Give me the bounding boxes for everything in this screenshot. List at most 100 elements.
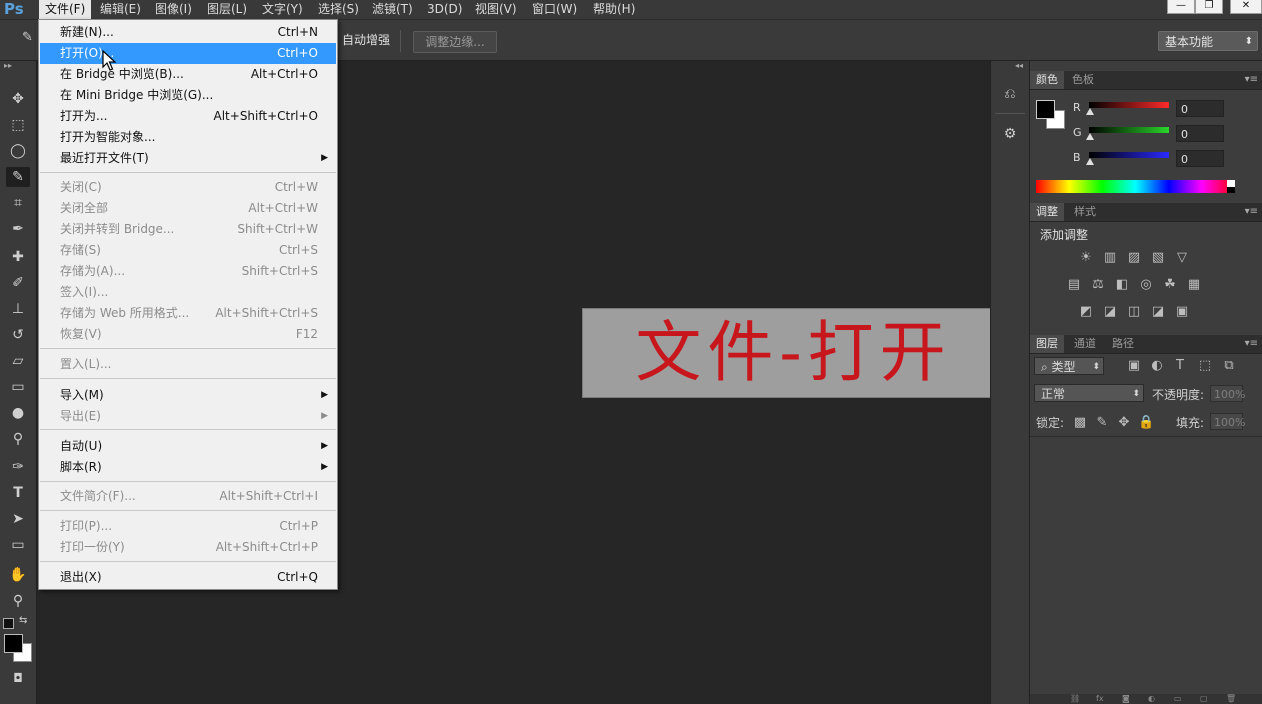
color-lookup-icon[interactable]: ▦ bbox=[1186, 278, 1202, 292]
history-panel-icon[interactable]: ⎌ bbox=[1000, 85, 1020, 103]
layer-filter-type-select[interactable]: ⌕ 类型 ⬍ bbox=[1034, 357, 1104, 375]
type-tool-icon[interactable]: T bbox=[6, 483, 30, 503]
menu-item-scripts[interactable]: 脚本(R) ▶ bbox=[40, 457, 336, 478]
zoom-tool-icon[interactable]: ⚲ bbox=[6, 591, 30, 611]
properties-panel-icon[interactable]: ⚙ bbox=[1000, 125, 1020, 143]
menu-edit[interactable]: 编辑(E) bbox=[94, 0, 147, 19]
link-layers-icon[interactable]: ⛓ bbox=[1070, 694, 1080, 703]
menu-item-check-in[interactable]: 签入(I)... bbox=[40, 282, 336, 303]
posterize-icon[interactable]: ◪ bbox=[1102, 305, 1118, 319]
menu-layer[interactable]: 图层(L) bbox=[201, 0, 253, 19]
black-white-icon[interactable]: ◧ bbox=[1114, 278, 1130, 292]
menu-item-open-as-smart-object[interactable]: 打开为智能对象... bbox=[40, 127, 336, 148]
green-slider-thumb[interactable] bbox=[1086, 133, 1094, 140]
filter-type-layers-icon[interactable]: T bbox=[1172, 359, 1188, 373]
layers-list[interactable] bbox=[1030, 437, 1262, 694]
menu-item-print-one-copy[interactable]: 打印一份(Y) Alt+Shift+Ctrl+P bbox=[40, 537, 336, 558]
menu-item-revert[interactable]: 恢复(V) F12 bbox=[40, 324, 336, 345]
collapse-dock-icon[interactable]: ◂◂ bbox=[1015, 61, 1023, 70]
lasso-tool-icon[interactable]: ◯ bbox=[6, 141, 30, 161]
hand-tool-icon[interactable]: ✋ bbox=[6, 565, 30, 585]
shape-tool-icon[interactable]: ▭ bbox=[6, 535, 30, 555]
panel-menu-icon[interactable]: ▾≡ bbox=[1245, 335, 1258, 353]
gradient-tool-icon[interactable]: ▭ bbox=[6, 377, 30, 397]
menu-item-file-info[interactable]: 文件简介(F)... Alt+Shift+Ctrl+I bbox=[40, 486, 336, 507]
quick-mask-icon[interactable]: ◘ bbox=[6, 668, 30, 688]
menu-item-browse-in-bridge[interactable]: 在 Bridge 中浏览(B)... Alt+Ctrl+O bbox=[40, 64, 336, 85]
new-group-icon[interactable]: ▭ bbox=[1174, 694, 1182, 703]
lock-position-icon[interactable]: ✥ bbox=[1116, 416, 1132, 430]
menu-item-save-as[interactable]: 存储为(A)... Shift+Ctrl+S bbox=[40, 261, 336, 282]
tab-adjustments[interactable]: 调整 bbox=[1030, 203, 1064, 221]
menu-item-exit[interactable]: 退出(X) Ctrl+Q bbox=[40, 567, 336, 588]
tab-channels[interactable]: 通道 bbox=[1068, 335, 1102, 353]
menu-type[interactable]: 文字(Y) bbox=[256, 0, 309, 19]
menu-file[interactable]: 文件(F) bbox=[39, 0, 92, 19]
foreground-color-swatch[interactable] bbox=[4, 634, 23, 653]
hue-saturation-icon[interactable]: ▤ bbox=[1066, 278, 1082, 292]
menu-item-automate[interactable]: 自动(U) ▶ bbox=[40, 436, 336, 457]
tab-styles[interactable]: 样式 bbox=[1068, 203, 1102, 221]
blue-slider-thumb[interactable] bbox=[1086, 158, 1094, 165]
photo-filter-icon[interactable]: ◎ bbox=[1138, 278, 1154, 292]
menu-help[interactable]: 帮助(H) bbox=[587, 0, 641, 19]
document-canvas[interactable]: 文件-打开 bbox=[582, 308, 1005, 398]
menu-item-new[interactable]: 新建(N)... Ctrl+N bbox=[40, 22, 336, 43]
menu-item-print[interactable]: 打印(P)... Ctrl+P bbox=[40, 516, 336, 537]
auto-enhance-label[interactable]: 自动增强 bbox=[342, 31, 390, 48]
filter-smart-objects-icon[interactable]: ⧉ bbox=[1221, 359, 1237, 373]
curves-icon[interactable]: ▨ bbox=[1126, 251, 1142, 265]
swap-colors-icon[interactable]: ⇆ bbox=[19, 615, 27, 626]
delete-layer-icon[interactable]: 🗑 bbox=[1226, 694, 1236, 703]
add-mask-icon[interactable]: ◙ bbox=[1122, 694, 1130, 703]
dodge-tool-icon[interactable]: ⚲ bbox=[6, 429, 30, 449]
tab-color[interactable]: 颜色 bbox=[1030, 71, 1064, 89]
filter-pixel-layers-icon[interactable]: ▣ bbox=[1126, 359, 1142, 373]
menu-item-save[interactable]: 存储(S) Ctrl+S bbox=[40, 240, 336, 261]
eyedropper-tool-icon[interactable]: ✒ bbox=[6, 219, 30, 239]
spectrum-white-swatch[interactable] bbox=[1227, 180, 1235, 187]
levels-icon[interactable]: ▥ bbox=[1102, 251, 1118, 265]
menu-image[interactable]: 图像(I) bbox=[149, 0, 198, 19]
invert-icon[interactable]: ◩ bbox=[1078, 305, 1094, 319]
red-slider-thumb[interactable] bbox=[1086, 108, 1094, 115]
channel-mixer-icon[interactable]: ☘ bbox=[1162, 278, 1178, 292]
color-spectrum-ramp[interactable] bbox=[1036, 180, 1235, 193]
new-layer-icon[interactable]: ▢ bbox=[1200, 694, 1208, 703]
clone-stamp-tool-icon[interactable]: ⊥ bbox=[6, 299, 30, 319]
blur-tool-icon[interactable]: ● bbox=[6, 403, 30, 423]
layer-style-icon[interactable]: fx bbox=[1096, 694, 1104, 703]
brush-tool-icon[interactable]: ✐ bbox=[6, 273, 30, 293]
menu-select[interactable]: 选择(S) bbox=[312, 0, 365, 19]
red-value-field[interactable]: 0 bbox=[1176, 100, 1224, 117]
menu-item-import[interactable]: 导入(M) ▶ bbox=[40, 385, 336, 406]
menu-item-open-recent[interactable]: 最近打开文件(T) ▶ bbox=[40, 148, 336, 169]
exposure-icon[interactable]: ▧ bbox=[1150, 251, 1166, 265]
eraser-tool-icon[interactable]: ▱ bbox=[6, 351, 30, 371]
color-panel-foreground-swatch[interactable] bbox=[1036, 100, 1055, 119]
blue-slider-track[interactable] bbox=[1089, 152, 1169, 158]
workspace-select[interactable]: 基本功能 ⬍ bbox=[1158, 31, 1258, 51]
history-brush-tool-icon[interactable]: ↺ bbox=[6, 325, 30, 345]
quick-select-tool-preset-icon[interactable]: ✎ bbox=[22, 31, 36, 45]
fill-field[interactable]: 100% bbox=[1210, 413, 1245, 430]
lock-image-icon[interactable]: ✎ bbox=[1094, 416, 1110, 430]
default-colors-icon[interactable] bbox=[3, 618, 14, 629]
lock-all-icon[interactable]: 🔒 bbox=[1138, 416, 1154, 430]
filter-adjustment-layers-icon[interactable]: ◐ bbox=[1149, 359, 1165, 373]
menu-view[interactable]: 视图(V) bbox=[469, 0, 523, 19]
tab-paths[interactable]: 路径 bbox=[1106, 335, 1140, 353]
tab-layers[interactable]: 图层 bbox=[1030, 335, 1064, 353]
collapse-tools-icon[interactable]: ▸▸ bbox=[4, 61, 12, 70]
blue-value-field[interactable]: 0 bbox=[1176, 150, 1224, 167]
vibrance-icon[interactable]: ▽ bbox=[1174, 251, 1190, 265]
panel-menu-icon[interactable]: ▾≡ bbox=[1245, 71, 1258, 89]
red-slider-track[interactable] bbox=[1089, 102, 1169, 108]
menu-item-place[interactable]: 置入(L)... bbox=[40, 354, 336, 375]
selective-color-icon[interactable]: ◪ bbox=[1150, 305, 1166, 319]
menu-item-open-as[interactable]: 打开为... Alt+Shift+Ctrl+O bbox=[40, 106, 336, 127]
color-balance-icon[interactable]: ⚖ bbox=[1090, 278, 1106, 292]
crop-tool-icon[interactable]: ⌗ bbox=[6, 193, 30, 213]
tab-swatches[interactable]: 色板 bbox=[1066, 71, 1100, 89]
marquee-tool-icon[interactable]: ⬚ bbox=[6, 115, 30, 135]
